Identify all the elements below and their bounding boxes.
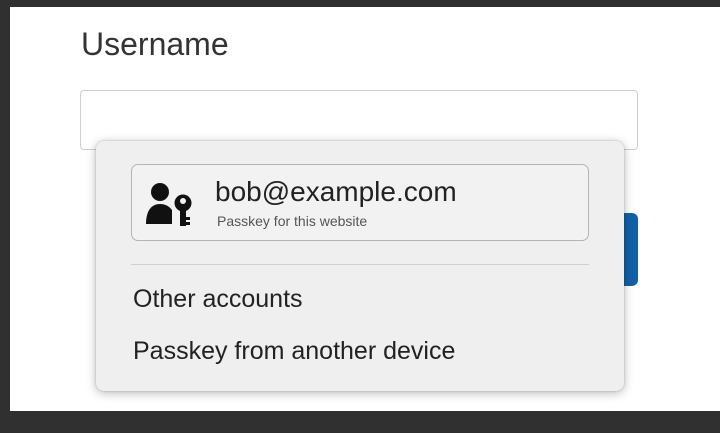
username-label: Username [81,26,229,62]
account-option-card[interactable]: bob@example.com Passkey for this website [131,164,589,241]
account-email: bob@example.com [215,176,457,207]
passkey-another-device-option[interactable]: Passkey from another device [133,336,455,366]
popup-divider [131,264,589,265]
account-subtitle: Passkey for this website [217,213,368,229]
person-key-icon [146,183,192,226]
passkey-autofill-popup: bob@example.com Passkey for this website… [96,141,624,391]
other-accounts-option[interactable]: Other accounts [133,284,303,314]
